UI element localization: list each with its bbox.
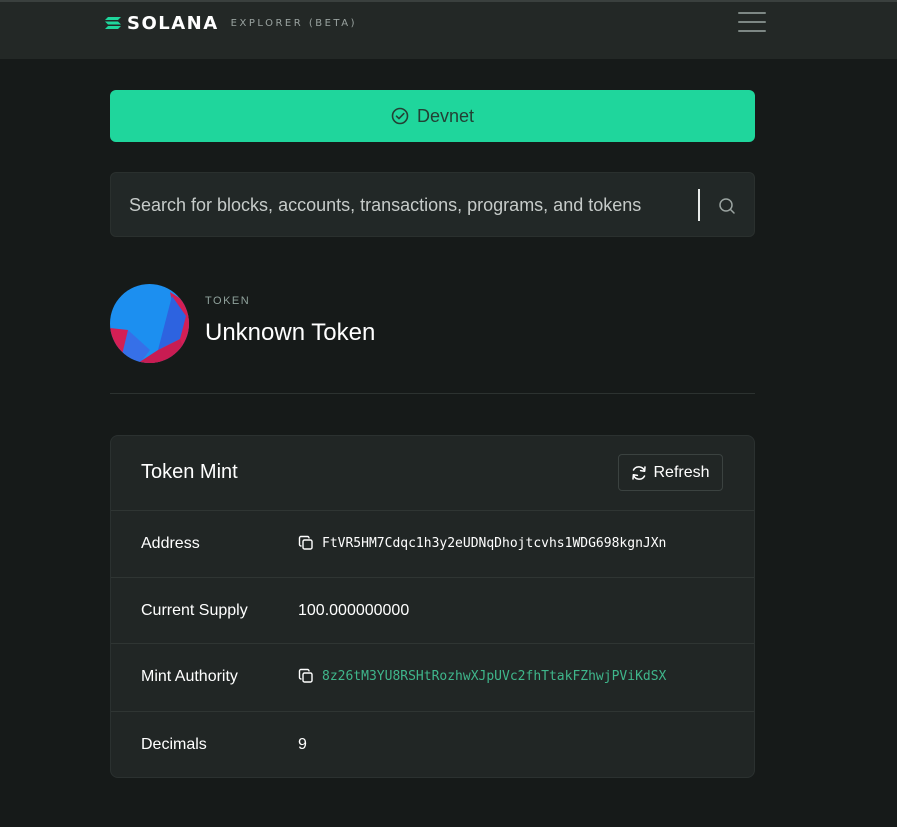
- brand-subtitle: EXPLORER (BETA): [230, 17, 358, 29]
- brand-name: SOLANA: [127, 12, 219, 34]
- search-input[interactable]: Search for blocks, accounts, transaction…: [129, 195, 641, 216]
- mint-authority-link[interactable]: 8z26tM3YU8RSHtRozhwXJpUVc2fhTtakFZhwjPVi…: [322, 669, 666, 684]
- copy-icon[interactable]: [298, 668, 314, 684]
- token-kicker: TOKEN: [205, 295, 251, 307]
- mint-authority-value: 8z26tM3YU8RSHtRozhwXJpUVc2fhTtakFZhwjPVi…: [298, 668, 666, 684]
- card-header: Token Mint Refresh: [111, 436, 754, 511]
- solana-logo[interactable]: SOLANA EXPLORER (BETA): [105, 12, 358, 34]
- refresh-icon: [632, 465, 647, 480]
- row-decimals: Decimals 9: [111, 712, 754, 777]
- row-address: Address FtVR5HM7Cdqc1h3y2eUDNqDhojtcvhs1…: [111, 511, 754, 578]
- decimals-label: Decimals: [141, 736, 207, 753]
- top-navbar: SOLANA EXPLORER (BETA): [0, 0, 897, 59]
- cluster-selector-button[interactable]: Devnet: [110, 90, 755, 142]
- divider: [110, 393, 755, 394]
- decimals-value: 9: [298, 736, 307, 753]
- token-title: Unknown Token: [205, 319, 376, 346]
- supply-label: Current Supply: [141, 602, 248, 619]
- address-text: FtVR5HM7Cdqc1h3y2eUDNqDhojtcvhs1WDG698kg…: [322, 535, 667, 551]
- hamburger-menu-icon[interactable]: [738, 12, 766, 34]
- address-value: FtVR5HM7Cdqc1h3y2eUDNqDhojtcvhs1WDG698kg…: [298, 535, 666, 551]
- refresh-button[interactable]: Refresh: [618, 454, 723, 491]
- mint-authority-label: Mint Authority: [141, 668, 238, 685]
- solana-mark-icon: [105, 17, 121, 29]
- check-circle-icon: [391, 107, 409, 125]
- cluster-label: Devnet: [416, 105, 475, 126]
- row-mint-authority: Mint Authority 8z26tM3YU8RSHtRozhwXJpUVc…: [111, 644, 754, 712]
- row-current-supply: Current Supply 100.000000000: [111, 578, 754, 644]
- copy-icon[interactable]: [298, 535, 314, 551]
- search-icon[interactable]: [718, 197, 736, 215]
- text-cursor: [698, 189, 700, 221]
- token-mint-card: Token Mint Refresh Address FtVR5HM7Cdqc1…: [110, 435, 755, 778]
- refresh-label: Refresh: [653, 463, 710, 481]
- card-title: Token Mint: [141, 461, 238, 483]
- search-bar[interactable]: Search for blocks, accounts, transaction…: [110, 172, 755, 237]
- supply-value: 100.000000000: [298, 602, 410, 619]
- token-identicon: [110, 284, 189, 363]
- address-label: Address: [141, 535, 200, 552]
